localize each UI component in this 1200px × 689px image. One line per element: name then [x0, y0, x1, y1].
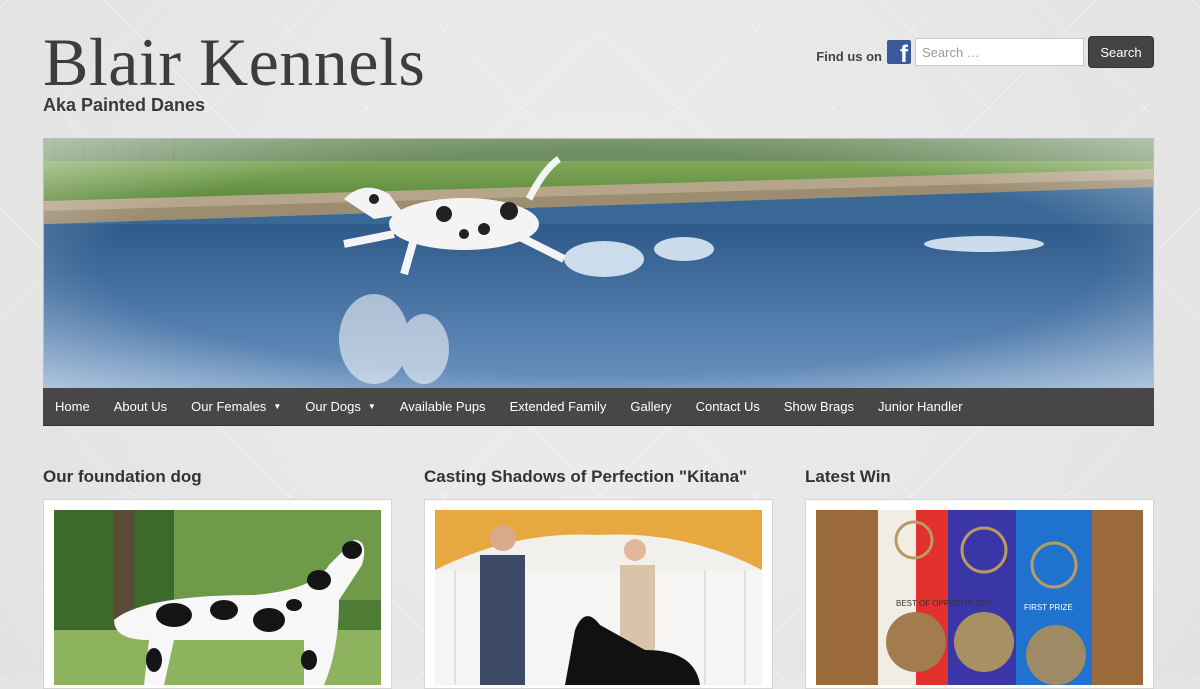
site-tagline: Aka Painted Danes [43, 95, 206, 115]
kitana-card[interactable] [424, 499, 773, 689]
facebook-icon[interactable]: f [887, 40, 911, 64]
nav-item-available-pups[interactable]: Available Pups [388, 388, 498, 426]
nav-label: Junior Handler [877, 398, 963, 414]
nav-label: Show Brags [783, 398, 854, 414]
nav-item-junior-handler[interactable]: Junior Handler [866, 388, 975, 426]
nav-label: Gallery [630, 398, 672, 414]
ribbon-text-first-prize: FIRST PRIZE [1024, 603, 1073, 612]
kitana-show-photo [435, 510, 762, 685]
section-title-foundation-dog: Our foundation dog [43, 467, 202, 486]
nav-label: Contact Us [695, 398, 760, 414]
dog-running-in-water-photo [44, 139, 1153, 388]
search-input[interactable] [915, 38, 1084, 66]
foundation-dog-photo [54, 510, 381, 685]
ribbon-text-best-opposite: BEST OF OPPOSITE SEX [896, 599, 992, 608]
ribbons-photo: BEST OF OPPOSITE SEX FIRST PRIZE [816, 510, 1143, 685]
caret-down-icon: ▼ [367, 401, 376, 411]
nav-item-gallery[interactable]: Gallery [618, 388, 683, 426]
nav-item-show-brags[interactable]: Show Brags [772, 388, 866, 426]
header-actions: Find us on f Search [816, 36, 1154, 68]
nav-label: Our Dogs [305, 398, 361, 414]
search-button[interactable]: Search [1088, 36, 1154, 68]
header-banner-image [43, 138, 1154, 388]
section-title-kitana: Casting Shadows of Perfection "Kitana" [424, 467, 748, 486]
nav-label: Extended Family [509, 398, 607, 414]
nav-item-extended-family[interactable]: Extended Family [498, 388, 619, 426]
nav-label: Available Pups [399, 398, 486, 414]
latest-win-card[interactable]: BEST OF OPPOSITE SEX FIRST PRIZE [805, 499, 1154, 689]
nav-item-contact-us[interactable]: Contact Us [684, 388, 772, 426]
section-title-latest-win: Latest Win [805, 467, 891, 486]
nav-label: Home [55, 398, 90, 414]
find-us-label: Find us on [816, 48, 882, 64]
nav-item-our-dogs[interactable]: Our Dogs ▼ [293, 388, 388, 426]
caret-down-icon: ▼ [273, 401, 282, 411]
nav-item-our-females[interactable]: Our Females ▼ [179, 388, 293, 426]
nav-item-home[interactable]: Home [43, 388, 102, 426]
nav-item-about-us[interactable]: About Us [102, 388, 179, 426]
main-navigation: Home About Us Our Females ▼ Our Dogs ▼ Ava… [43, 388, 1154, 426]
site-title[interactable]: Blair Kennels [43, 26, 425, 98]
foundation-dog-card[interactable] [43, 499, 392, 689]
nav-label: Our Females [191, 398, 267, 414]
nav-label: About Us [113, 398, 168, 414]
